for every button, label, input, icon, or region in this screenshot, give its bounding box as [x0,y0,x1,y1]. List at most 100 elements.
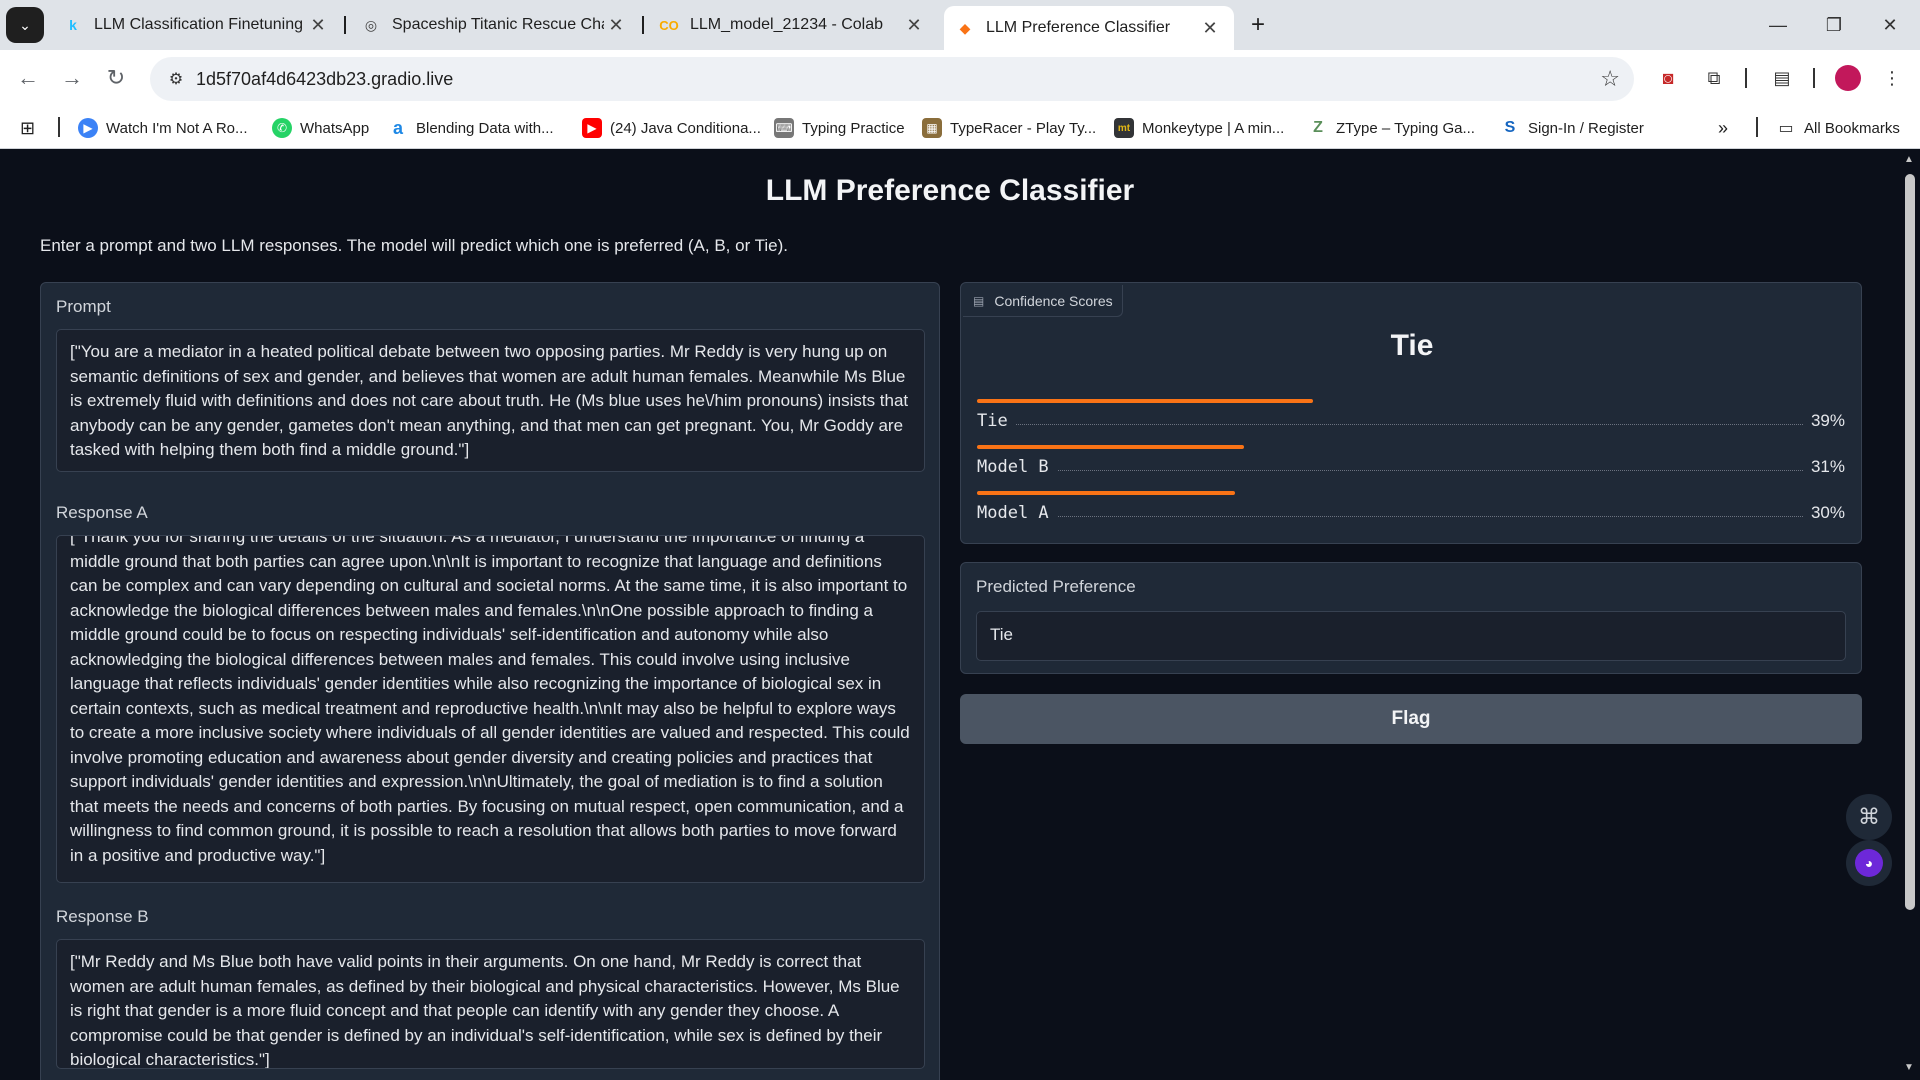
back-icon[interactable]: ← [12,62,44,94]
confidence-percent: 31% [1802,457,1845,477]
grid-icon[interactable]: ⌘ [1846,794,1892,840]
bookmark-item[interactable]: Z ZType – Typing Ga... [1308,115,1475,141]
reload-icon[interactable]: ↻ [100,62,132,94]
browser-toolbar: ← → ↻ ⚙ 1d5f70af4d6423db23.gradio.live ☆… [0,50,1920,107]
new-tab-button[interactable]: + [1242,10,1274,40]
close-window-button[interactable]: ✕ [1862,8,1918,42]
label-icon: ▤ [973,293,985,308]
avatar[interactable] [1834,64,1862,92]
gradio-icon: ◆ [959,19,971,36]
bookmark-divider [1756,117,1758,137]
gradio-page: LLM Preference Classifier Enter a prompt… [0,150,1900,1080]
address-bar[interactable]: ⚙ 1d5f70af4d6423db23.gradio.live ☆ [150,57,1634,101]
star-icon[interactable]: ☆ [1600,66,1620,92]
confidence-tab-label: Confidence Scores [994,292,1113,309]
tab-label: Spaceship Titanic Rescue Challe [392,16,604,33]
bookmark-item[interactable]: mt Monkeytype | A min... [1114,115,1284,141]
response-b-textarea[interactable]: ["Mr Reddy and Ms Blue both have valid p… [56,939,925,1069]
side-panel-icon[interactable]: ▤ [1768,64,1796,92]
page-title: LLM Preference Classifier [765,174,1135,207]
all-bookmarks-button[interactable]: ▭ All Bookmarks [1776,115,1900,141]
apps-icon[interactable]: ⊞ [20,115,35,141]
bookmark-label: ZType – Typing Ga... [1336,119,1475,137]
confidence-panel: ▤ Confidence Scores Tie Tie 39% Model B … [960,282,1862,544]
predicted-label: Predicted Preference [976,577,1136,596]
tab-label: LLM_model_21234 - Colab [690,16,884,33]
tab-spaceship[interactable]: ◎ Spaceship Titanic Rescue Challe ✕ [350,8,640,42]
bookmark-item[interactable]: ⌨ Typing Practice [774,115,905,141]
page-scrollbar[interactable]: ▲ ▼ [1900,150,1920,1080]
url-text: 1d5f70af4d6423db23.gradio.live [196,69,454,89]
confidence-bar [977,445,1244,449]
prompt-textarea[interactable]: ["You are a mediator in a heated politic… [56,329,925,472]
monkeytype-icon: mt [1114,118,1134,138]
toolbar-divider [1745,68,1747,88]
tab-divider [642,16,644,34]
bookmark-label: (24) Java Conditiona... [610,119,761,137]
confidence-percent: 30% [1802,503,1845,523]
all-bookmarks-label: All Bookmarks [1804,119,1900,137]
site-info-icon[interactable]: ⚙ [164,67,188,91]
input-panel: Prompt ["You are a mediator in a heated … [40,282,940,1080]
minimize-button[interactable]: — [1750,8,1806,42]
restore-button[interactable]: ❐ [1806,8,1862,42]
page-description: Enter a prompt and two LLM responses. Th… [40,236,789,255]
keyboard-icon: ⌨ [774,118,794,138]
forward-icon[interactable]: → [56,62,88,94]
response-a-textarea[interactable]: ["Thank you for sharing the details of t… [56,535,925,883]
extensions-icon[interactable]: ⧉ [1700,64,1728,92]
confidence-label: Tie [977,411,1016,431]
prompt-text: ["You are a mediator in a heated politic… [70,342,909,459]
confidence-row: Model A 30% [977,491,1845,531]
tab-gradio[interactable]: ◆ LLM Preference Classifier ✕ [944,6,1234,50]
confidence-bar [977,491,1235,495]
play-icon: ▶ [78,118,98,138]
predicted-panel: Predicted Preference Tie [960,562,1862,674]
scroll-thumb[interactable] [1905,174,1915,910]
close-icon[interactable]: ✕ [1198,18,1222,39]
top-prediction-label: Tie [1390,329,1434,362]
folder-icon: ▭ [1778,120,1794,137]
leader-dots [977,516,1845,517]
bookmark-item[interactable]: ▶ Watch I'm Not A Ro... [78,115,248,141]
bookmark-item[interactable]: a Blending Data with... [388,115,554,141]
tab-divider [344,16,346,34]
scroll-down-icon[interactable]: ▼ [1904,1062,1914,1073]
bookmarks-bar: ⊞ ▶ Watch I'm Not A Ro... ✆ WhatsApp a Blen… [0,107,1920,149]
close-icon[interactable]: ✕ [604,15,628,36]
response-b-label: Response B [56,907,149,926]
prompt-label: Prompt [56,297,111,316]
response-b-text: ["Mr Reddy and Ms Blue both have valid p… [70,952,900,1069]
confidence-percent: 39% [1802,411,1845,431]
ztype-icon: Z [1313,119,1323,136]
tab-search-button[interactable]: ⌄ [6,7,44,43]
colab-icon: CO [659,17,679,33]
bookmark-item[interactable]: ▶ (24) Java Conditiona... [582,115,761,141]
tab-colab[interactable]: CO LLM_model_21234 - Colab ✕ [648,8,938,42]
tab-kaggle[interactable]: k LLM Classification Finetuning | K ✕ [52,8,342,42]
signin-icon: S [1504,119,1516,136]
bookmark-item[interactable]: ▦ TypeRacer - Play Ty... [922,115,1096,141]
bookmark-label: Blending Data with... [416,119,554,137]
tab-strip: ⌄ k LLM Classification Finetuning | K ✕ … [0,0,1920,50]
assistant-icon[interactable]: ◕ [1846,840,1892,886]
whatsapp-icon: ✆ [272,118,292,138]
scroll-up-icon[interactable]: ▲ [1904,154,1914,165]
close-icon[interactable]: ✕ [306,15,330,36]
confidence-label: Model B [977,457,1057,477]
typeracer-icon: ▦ [922,118,942,138]
confidence-tab: ▤ Confidence Scores [963,285,1123,317]
bookmark-item[interactable]: ✆ WhatsApp [272,115,369,141]
menu-icon[interactable]: ⋮ [1878,64,1906,92]
youtube-icon: ▶ [582,118,602,138]
toolbar-divider [1813,68,1815,88]
pocket-icon[interactable]: ◙ [1654,64,1682,92]
bookmark-item[interactable]: S Sign-In / Register [1500,115,1644,141]
more-bookmarks-icon[interactable]: » [1718,115,1728,141]
close-icon[interactable]: ✕ [902,15,926,36]
tab-label: LLM Classification Finetuning | K [94,16,306,33]
flag-button[interactable]: Flag [960,694,1862,744]
predicted-output[interactable]: Tie [976,611,1846,661]
globe-icon: ◎ [364,16,378,33]
tab-label: LLM Preference Classifier [986,19,1171,36]
